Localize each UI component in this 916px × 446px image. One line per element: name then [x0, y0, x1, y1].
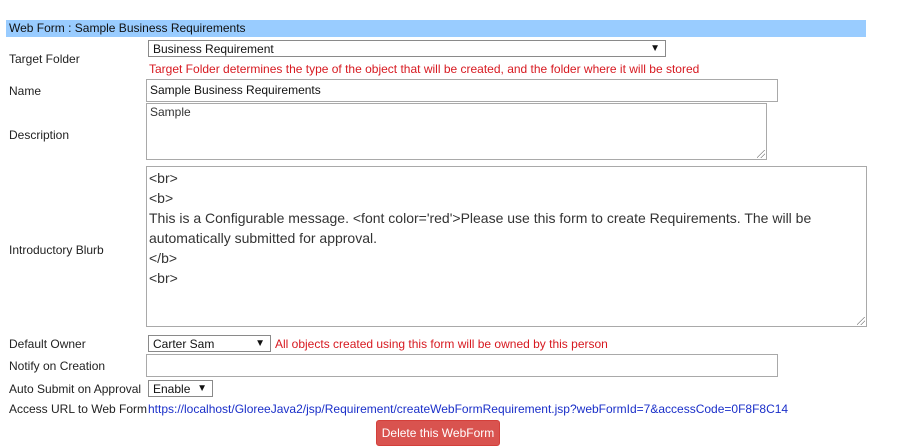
blurb-line: automatically submitted for approval. — [149, 230, 377, 246]
blurb-line: </b> — [149, 250, 178, 266]
access-url-label: Access URL to Web Form — [9, 402, 148, 416]
default-owner-selected: Carter Sam — [153, 337, 215, 351]
blurb-line: This is a Configurable message. <font co… — [149, 210, 812, 226]
name-label: Name — [9, 84, 42, 98]
auto-submit-selected: Enable — [153, 382, 191, 396]
dropdown-arrow-icon: ▼ — [255, 338, 265, 349]
form-title-bar: Web Form : Sample Business Requirements — [6, 20, 866, 37]
resize-grip-icon[interactable] — [757, 150, 765, 158]
default-owner-label: Default Owner — [9, 337, 86, 351]
resize-grip-icon[interactable] — [857, 317, 865, 325]
target-folder-label: Target Folder — [9, 52, 80, 66]
form-title: Web Form : Sample Business Requirements — [9, 21, 246, 35]
blurb-line: <b> — [149, 190, 174, 206]
target-folder-hint: Target Folder determines the type of the… — [149, 62, 700, 76]
blurb-textarea[interactable]: <br> <b> This is a Configurable message.… — [146, 166, 867, 327]
default-owner-hint: All objects created using this form will… — [275, 337, 608, 351]
name-value: Sample Business Requirements — [150, 83, 321, 97]
notify-label: Notify on Creation — [9, 359, 106, 373]
name-input[interactable]: Sample Business Requirements — [146, 79, 778, 102]
default-owner-select[interactable]: Carter Sam ▼ — [148, 335, 271, 352]
target-folder-select[interactable]: Business Requirement ▼ — [148, 40, 666, 57]
notify-input[interactable] — [146, 354, 778, 377]
delete-webform-button[interactable]: Delete this WebForm — [376, 420, 500, 446]
description-value: Sample — [150, 105, 191, 119]
description-textarea[interactable]: Sample — [146, 103, 767, 160]
access-url-link[interactable]: https://localhost/GloreeJava2/jsp/Requir… — [148, 402, 788, 416]
blurb-label: Introductory Blurb — [9, 243, 104, 257]
blurb-line: <br> — [149, 170, 178, 186]
blurb-line: <br> — [149, 270, 178, 286]
dropdown-arrow-icon: ▼ — [650, 43, 660, 54]
dropdown-arrow-icon: ▼ — [197, 383, 207, 394]
auto-submit-label: Auto Submit on Approval — [9, 382, 142, 396]
auto-submit-select[interactable]: Enable ▼ — [148, 380, 213, 397]
description-label: Description — [9, 128, 70, 142]
target-folder-selected: Business Requirement — [153, 42, 274, 56]
